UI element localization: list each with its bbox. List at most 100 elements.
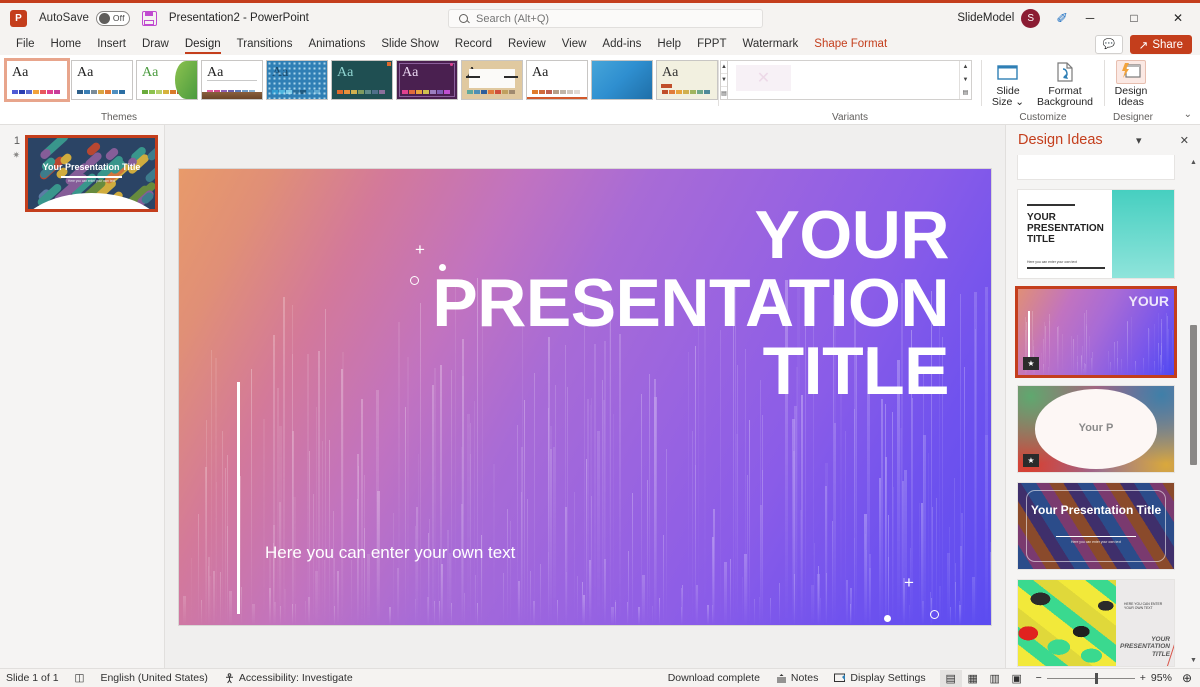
variants-scroll-up[interactable]: ▲	[960, 61, 971, 74]
tab-fppt[interactable]: FPPT	[689, 34, 734, 55]
dot-shape-bottom[interactable]	[884, 615, 891, 622]
fit-to-window-button[interactable]: ⊕	[1182, 671, 1192, 685]
theme-pattern	[267, 61, 327, 99]
pen-icon[interactable]: ✐	[1056, 10, 1068, 27]
theme-thumbnail-3[interactable]: Aa	[136, 60, 198, 100]
view-slide-show-button[interactable]: ▣	[1006, 670, 1028, 687]
share-label: Share	[1152, 39, 1183, 51]
zoom-level[interactable]: 95%	[1146, 672, 1172, 684]
comments-button[interactable]: 💬	[1095, 35, 1123, 54]
design-idea-1[interactable]	[1018, 155, 1174, 179]
design-idea-4[interactable]: Your P ★	[1018, 386, 1174, 472]
design-ideas-close-icon[interactable]: ✕	[1175, 134, 1194, 147]
design-ideas-scroll-thumb[interactable]	[1190, 325, 1197, 465]
zoom-handle[interactable]	[1095, 673, 1098, 684]
tab-slide-show[interactable]: Slide Show	[373, 34, 447, 55]
tab-home[interactable]: Home	[43, 34, 90, 55]
variants-group-label: Variants	[719, 112, 981, 123]
design-idea-2[interactable]: YOUR PRESENTATION TITLE Here you can ent…	[1018, 190, 1174, 278]
design-ideas-scroll-up[interactable]: ▲	[1189, 157, 1198, 168]
slide-canvas[interactable]: YOUR PRESENTATION TITLE Here you can ent…	[165, 125, 1005, 668]
autosave-toggle[interactable]: Off	[96, 11, 130, 26]
slide-thumbnail-pane[interactable]: 1 ✷ Your Presentation Title Here you can…	[0, 125, 165, 668]
accessibility-status[interactable]: Accessibility: Investigate	[224, 672, 353, 684]
save-icon[interactable]	[142, 11, 157, 26]
view-slide-sorter-button[interactable]: ▦	[962, 670, 984, 687]
variants-scrollbar[interactable]: ▲ ▼ ▤	[959, 61, 971, 99]
variant-placeholder-icon[interactable]: ✕	[736, 65, 791, 91]
theme-thumbnail-1[interactable]: Aa	[6, 60, 68, 100]
tab-review[interactable]: Review	[500, 34, 554, 55]
theme-thumbnail-2[interactable]: Aa	[71, 60, 133, 100]
theme-thumbnail-4[interactable]: Aa	[201, 60, 263, 100]
ribbon-group-designer: Design Ideas Designer	[1105, 55, 1161, 124]
slide-vertical-bar[interactable]	[237, 382, 240, 614]
theme-swatches	[532, 90, 580, 94]
display-settings-button[interactable]: Display Settings	[834, 672, 925, 684]
slide-subtitle-placeholder[interactable]: Here you can enter your own text	[265, 543, 515, 563]
notes-page-icon[interactable]: ◫	[75, 672, 85, 684]
document-title[interactable]: Presentation2 - PowerPoint	[169, 12, 309, 24]
share-button[interactable]: ↗ Share	[1130, 35, 1192, 54]
minimize-button[interactable]: ─	[1068, 3, 1112, 33]
variants-gallery[interactable]: ✕ ▲ ▼ ▤	[727, 60, 972, 100]
design-idea-3-title: YOUR	[1129, 293, 1169, 309]
theme-thumbnail-11[interactable]: Aa	[656, 60, 718, 100]
variants-scroll-down[interactable]: ▼	[960, 74, 971, 87]
close-button[interactable]: ✕	[1156, 3, 1200, 33]
ring-shape-top[interactable]	[410, 276, 419, 285]
theme-thumbnail-7[interactable]: Aa	[396, 60, 458, 100]
plus-shape-top[interactable]: +	[415, 241, 425, 258]
display-settings-label: Display Settings	[850, 672, 925, 684]
notes-icon	[776, 673, 787, 684]
slide-list-item-1[interactable]: 1 ✷ Your Presentation Title Here you can…	[0, 135, 164, 212]
tab-help[interactable]: Help	[649, 34, 689, 55]
zoom-slider[interactable]: − +	[1036, 672, 1146, 684]
collapse-ribbon-button[interactable]: ⌄	[1184, 109, 1192, 120]
tab-shape-format[interactable]: Shape Format	[806, 34, 895, 55]
tab-file[interactable]: File	[8, 34, 43, 55]
dot-shape-top[interactable]	[439, 264, 446, 271]
slide-count[interactable]: Slide 1 of 1	[6, 672, 59, 684]
variants-more-button[interactable]: ▤	[960, 86, 971, 99]
maximize-button[interactable]: □	[1112, 3, 1156, 33]
slide-thumbnail[interactable]: Your Presentation Title Here you can ent…	[25, 135, 158, 212]
theme-thumbnail-8[interactable]: Aa	[461, 60, 523, 100]
view-reading-button[interactable]: ▥	[984, 670, 1006, 687]
theme-thumbnail-5[interactable]: Aa	[266, 60, 328, 100]
account-name[interactable]: SlideModel	[957, 12, 1014, 24]
design-ideas-button[interactable]: Design Ideas	[1105, 55, 1157, 108]
design-ideas-dropdown-icon[interactable]: ▾	[1131, 134, 1147, 147]
design-ideas-scroll-down[interactable]: ▼	[1189, 655, 1198, 666]
design-ideas-scrollbar[interactable]: ▲ ▼	[1189, 155, 1198, 668]
plus-shape-bottom[interactable]: +	[904, 574, 914, 591]
tab-add-ins[interactable]: Add-ins	[594, 34, 649, 55]
theme-thumbnail-10[interactable]: Aa	[591, 60, 653, 100]
view-normal-button[interactable]: ▤	[940, 670, 962, 687]
tab-transitions[interactable]: Transitions	[229, 34, 301, 55]
design-idea-3[interactable]: YOUR ★	[1018, 289, 1174, 375]
design-idea-6[interactable]: HERE YOU CAN ENTER YOUR OWN TEXT YOUR PR…	[1018, 580, 1174, 666]
language-indicator[interactable]: English (United States)	[100, 672, 207, 684]
theme-thumbnail-6[interactable]: Aa	[331, 60, 393, 100]
tab-design[interactable]: Design	[177, 34, 229, 55]
design-ideas-list[interactable]: YOUR PRESENTATION TITLE Here you can ent…	[1006, 155, 1200, 668]
zoom-track[interactable]	[1047, 678, 1135, 679]
search-box[interactable]	[448, 9, 763, 28]
tab-record[interactable]: Record	[447, 34, 500, 55]
tab-animations[interactable]: Animations	[300, 34, 373, 55]
tab-watermark[interactable]: Watermark	[734, 34, 806, 55]
tab-insert[interactable]: Insert	[89, 34, 134, 55]
tab-view[interactable]: View	[554, 34, 595, 55]
slide-title-placeholder[interactable]: YOUR PRESENTATION TITLE	[309, 201, 949, 405]
tab-draw[interactable]: Draw	[134, 34, 177, 55]
design-idea-5[interactable]: Your Presentation Title Here you can ent…	[1018, 483, 1174, 569]
current-slide[interactable]: YOUR PRESENTATION TITLE Here you can ent…	[179, 169, 991, 625]
search-input[interactable]	[476, 13, 726, 25]
notes-button[interactable]: Notes	[776, 672, 818, 684]
theme-thumbnail-9[interactable]: Aa	[526, 60, 588, 100]
ring-shape-bottom[interactable]	[930, 610, 939, 619]
themes-gallery[interactable]: AaAaAaAaAaAaAaAaAaAaAa	[6, 60, 718, 100]
avatar[interactable]: S	[1021, 9, 1040, 28]
zoom-out-button[interactable]: −	[1036, 672, 1042, 684]
